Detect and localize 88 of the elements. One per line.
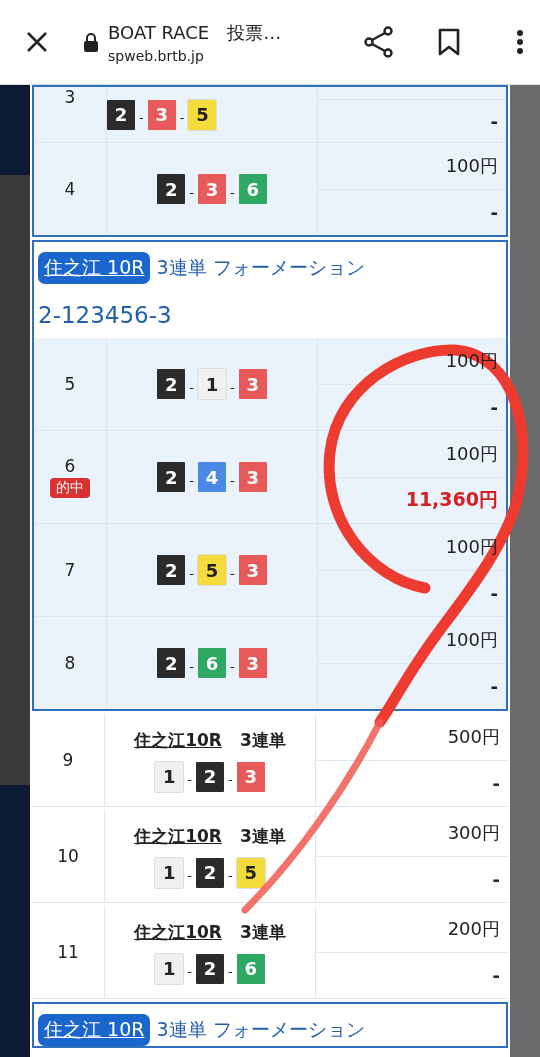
- bet-amount: 100円: [445, 627, 498, 652]
- dash-separator: -: [189, 564, 194, 581]
- share-icon[interactable]: [364, 26, 394, 58]
- boat-number: 3: [238, 648, 267, 678]
- bet-amount: 100円: [445, 441, 498, 466]
- boat-number: 3: [238, 369, 267, 399]
- dash-separator: -: [230, 564, 235, 581]
- dash-separator: -: [187, 963, 192, 979]
- payout-amount: -: [492, 772, 500, 794]
- dash-separator: -: [228, 963, 233, 979]
- row-number: 10: [57, 846, 79, 866]
- boat-number: 2: [157, 174, 186, 204]
- dash-separator: -: [230, 378, 235, 395]
- bet-type: 3連単 フォーメーション: [156, 1017, 365, 1042]
- boat-number: 5: [198, 555, 226, 585]
- combination-text: 2-123456-3: [37, 301, 173, 330]
- boat-number: 3: [198, 174, 226, 204]
- boat-number: 6: [238, 174, 267, 204]
- row-number: 5: [64, 374, 76, 394]
- boat-number: 1: [155, 761, 184, 792]
- dash-separator: -: [230, 657, 235, 674]
- boat-number: 3: [238, 555, 267, 585]
- bet-amount: 100円: [445, 153, 498, 178]
- row-number: 6: [64, 456, 76, 476]
- boat-number: 4: [198, 462, 226, 492]
- page-url: spweb.brtb.jp: [108, 47, 205, 64]
- boat-number: 6: [236, 953, 265, 984]
- boat-number: 3: [236, 761, 265, 792]
- boat-number: 2: [196, 761, 224, 792]
- payout-amount: 11,360円: [405, 487, 498, 513]
- page-title: BOAT RACE 投票…: [108, 20, 283, 45]
- race-link[interactable]: 住之江 10R: [38, 1014, 151, 1046]
- boat-number: 2: [196, 857, 224, 888]
- boat-number: 5: [188, 99, 217, 130]
- dash-separator: -: [189, 471, 194, 488]
- payout-amount: -: [492, 964, 500, 986]
- dash-separator: -: [228, 771, 233, 787]
- boat-number: 2: [157, 648, 186, 678]
- dash-separator: -: [139, 109, 144, 125]
- dash-separator: -: [189, 657, 194, 674]
- bet-type: 3連単: [239, 920, 286, 944]
- boat-number: 5: [236, 857, 265, 888]
- payout-amount: -: [490, 675, 498, 697]
- boat-number: 6: [198, 648, 226, 678]
- hit-badge: 的中: [50, 478, 90, 498]
- close-icon[interactable]: [26, 31, 48, 53]
- menu-icon[interactable]: [516, 29, 524, 55]
- dash-separator: -: [187, 771, 192, 787]
- race-link[interactable]: 住之江10R: [134, 824, 222, 848]
- row-number: 4: [64, 179, 76, 199]
- bet-amount: 300円: [447, 820, 500, 845]
- bet-amount: 500円: [447, 724, 500, 749]
- payout-amount: -: [490, 110, 498, 132]
- race-link[interactable]: 住之江 10R: [38, 252, 151, 284]
- dash-separator: -: [179, 109, 185, 125]
- boat-number: 2: [196, 953, 224, 984]
- row-number: 11: [57, 942, 79, 962]
- dash-separator: -: [189, 378, 194, 395]
- boat-number: 3: [238, 462, 267, 492]
- dash-separator: -: [230, 183, 235, 200]
- boat-number: 2: [157, 462, 186, 492]
- race-link[interactable]: 住之江10R: [134, 728, 222, 752]
- dash-separator: -: [189, 183, 194, 200]
- bookmark-icon[interactable]: [438, 28, 460, 56]
- boat-number: 1: [155, 857, 184, 888]
- bet-amount: 200円: [447, 916, 500, 941]
- boat-number: 2: [107, 99, 135, 130]
- dash-separator: -: [187, 867, 192, 883]
- payout-amount: -: [490, 396, 498, 418]
- boat-number: 2: [157, 369, 186, 399]
- row-number: 9: [62, 750, 74, 770]
- boat-number: 2: [157, 555, 186, 585]
- boat-number: 1: [198, 369, 226, 399]
- bet-type: 3連単 フォーメーション: [156, 255, 365, 280]
- lock-icon: [84, 32, 98, 52]
- payout-amount: -: [492, 868, 500, 890]
- row-number: 7: [64, 560, 76, 580]
- boat-number: 1: [155, 953, 184, 984]
- bet-type: 3連単: [239, 824, 286, 848]
- row-number: 8: [64, 653, 76, 673]
- payout-amount: -: [490, 201, 498, 223]
- race-link[interactable]: 住之江10R: [134, 920, 222, 944]
- boat-number: 3: [147, 99, 176, 130]
- dash-separator: -: [228, 867, 233, 883]
- payout-amount: -: [490, 582, 498, 604]
- row-number: 3: [64, 87, 76, 107]
- bet-type: 3連単: [239, 728, 286, 752]
- dash-separator: -: [230, 471, 235, 488]
